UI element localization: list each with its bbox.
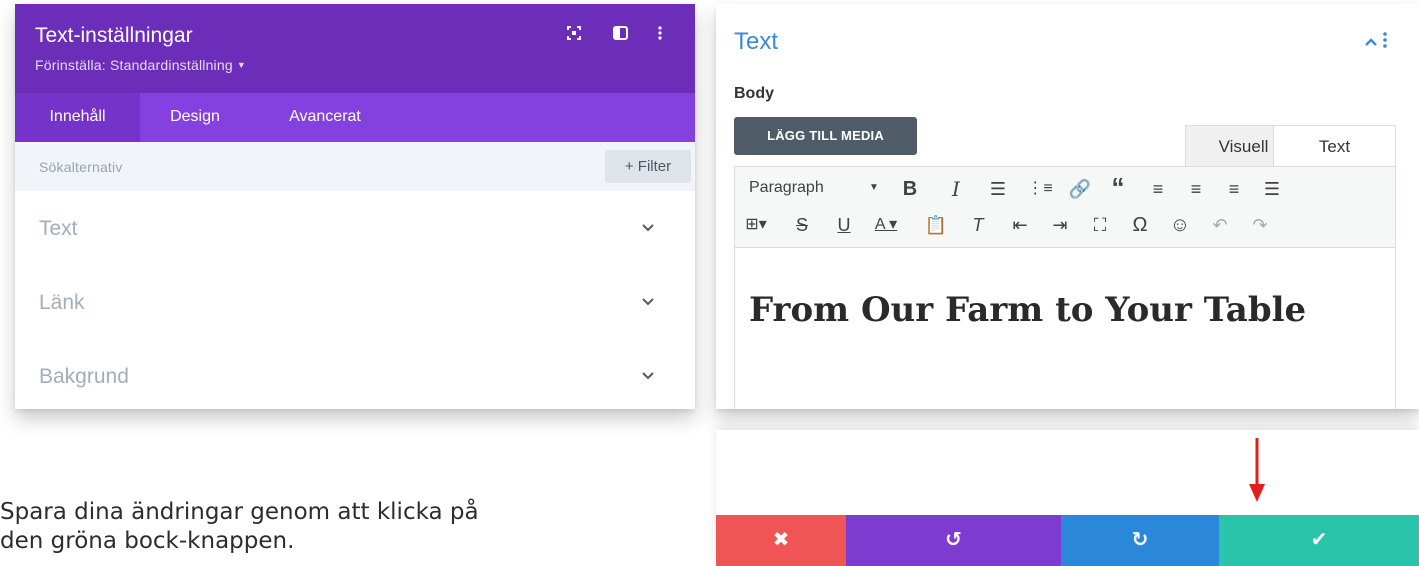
undo-icon: ↺ xyxy=(945,529,962,551)
align-left-icon[interactable]: ≡ xyxy=(1143,177,1173,201)
section-label: Bakgrund xyxy=(39,365,129,388)
instruction-line: Spara dina ändringar genom att klicka på xyxy=(0,499,479,525)
instruction-line: den gröna bock-knappen. xyxy=(0,528,295,554)
preset-selector[interactable]: Förinställa: Standardinställning ▼ xyxy=(35,57,246,73)
save-button[interactable]: ✔ xyxy=(1219,515,1419,566)
text-color-icon[interactable]: A ▾ xyxy=(871,213,901,237)
special-char-icon[interactable]: Ω xyxy=(1125,213,1155,237)
editor-toolbar: Paragraph ▼ B I ☰ ⋮≡ 🔗 “ ≡ ≡ ≡ ☰ ⊞▾ S U … xyxy=(734,166,1396,248)
text-module-panel: Text Body LÄGG TILL MEDIA Visuell Text P… xyxy=(716,4,1419,409)
align-center-icon[interactable]: ≡ xyxy=(1181,177,1211,201)
redo-icon: ↻ xyxy=(1131,529,1149,551)
body-label: Body xyxy=(734,85,774,102)
split-view-icon[interactable] xyxy=(613,26,628,40)
settings-header: Text-inställningar Förinställa: Standard… xyxy=(15,4,695,93)
chevron-down-icon xyxy=(642,298,654,306)
settings-panel: Text-inställningar Förinställa: Standard… xyxy=(15,4,695,409)
chevron-up-icon[interactable] xyxy=(1363,36,1379,48)
search-bar: Sökalternativ + Filter xyxy=(15,142,695,191)
redo-button[interactable]: ↻ xyxy=(1061,515,1219,566)
section-link[interactable]: Länk xyxy=(15,265,695,339)
chevron-down-icon xyxy=(642,224,654,232)
format-select[interactable]: Paragraph xyxy=(749,179,824,197)
preset-label: Förinställa: Standardinställning xyxy=(35,57,233,73)
align-right-icon[interactable]: ≡ xyxy=(1219,177,1249,201)
bold-icon[interactable]: B xyxy=(895,177,925,201)
expand-icon[interactable] xyxy=(567,26,581,40)
caret-down-icon[interactable]: ▼ xyxy=(869,182,879,193)
filter-button[interactable]: + Filter xyxy=(605,150,691,183)
numbered-list-icon[interactable]: ⋮≡ xyxy=(1025,177,1055,201)
undo-icon[interactable]: ↶ xyxy=(1205,213,1235,237)
checkmark-icon: ✔ xyxy=(1310,529,1328,551)
instruction-text: Spara dina ändringar genom att klicka på… xyxy=(0,498,700,556)
content-heading: From Our Farm to Your Table xyxy=(749,290,1307,330)
tab-text[interactable]: Text xyxy=(1273,125,1396,167)
link-icon[interactable]: 🔗 xyxy=(1065,177,1095,201)
editor-content[interactable]: From Our Farm to Your Table xyxy=(734,248,1396,409)
section-label: Länk xyxy=(39,291,85,314)
underline-icon[interactable]: U xyxy=(829,213,859,237)
redo-icon[interactable]: ↷ xyxy=(1245,213,1275,237)
italic-icon[interactable]: I xyxy=(941,177,971,201)
undo-button[interactable]: ↺ xyxy=(846,515,1061,566)
search-input[interactable]: Sökalternativ xyxy=(39,159,123,175)
blockquote-icon[interactable]: “ xyxy=(1103,174,1133,200)
tab-design[interactable]: Design xyxy=(140,93,250,142)
align-justify-icon[interactable]: ☰ xyxy=(1257,177,1287,201)
clear-format-icon[interactable]: T xyxy=(963,213,993,237)
close-icon: ✖ xyxy=(772,529,790,551)
paste-text-icon[interactable]: 📋 xyxy=(921,213,951,237)
settings-tabs: Innehåll Design Avancerat xyxy=(15,93,695,142)
section-label: Text xyxy=(39,217,78,240)
add-media-button[interactable]: LÄGG TILL MEDIA xyxy=(734,117,917,155)
outdent-icon[interactable]: ⇤ xyxy=(1005,213,1035,237)
section-text[interactable]: Text xyxy=(15,191,695,265)
emoticon-icon[interactable]: ☺ xyxy=(1165,213,1195,237)
strikethrough-icon[interactable]: S xyxy=(787,213,817,237)
fullscreen-icon[interactable]: ⛶ xyxy=(1085,213,1115,237)
chevron-down-icon xyxy=(642,372,654,380)
caret-down-icon: ▼ xyxy=(236,60,246,70)
indent-icon[interactable]: ⇥ xyxy=(1045,213,1075,237)
settings-title: Text-inställningar xyxy=(35,24,193,47)
action-bar: ✖ ↺ ↻ ✔ xyxy=(716,515,1419,566)
discard-button[interactable]: ✖ xyxy=(716,515,846,566)
arrow-down-icon xyxy=(1249,438,1265,502)
kebab-menu-icon[interactable] xyxy=(1383,32,1387,48)
table-icon[interactable]: ⊞▾ xyxy=(741,213,771,237)
kebab-menu-icon[interactable] xyxy=(658,26,662,40)
module-title: Text xyxy=(734,28,779,55)
section-background[interactable]: Bakgrund xyxy=(15,339,695,409)
tab-innehall[interactable]: Innehåll xyxy=(15,93,140,142)
bullet-list-icon[interactable]: ☰ xyxy=(983,177,1013,201)
tab-avancerat[interactable]: Avancerat xyxy=(250,93,400,142)
